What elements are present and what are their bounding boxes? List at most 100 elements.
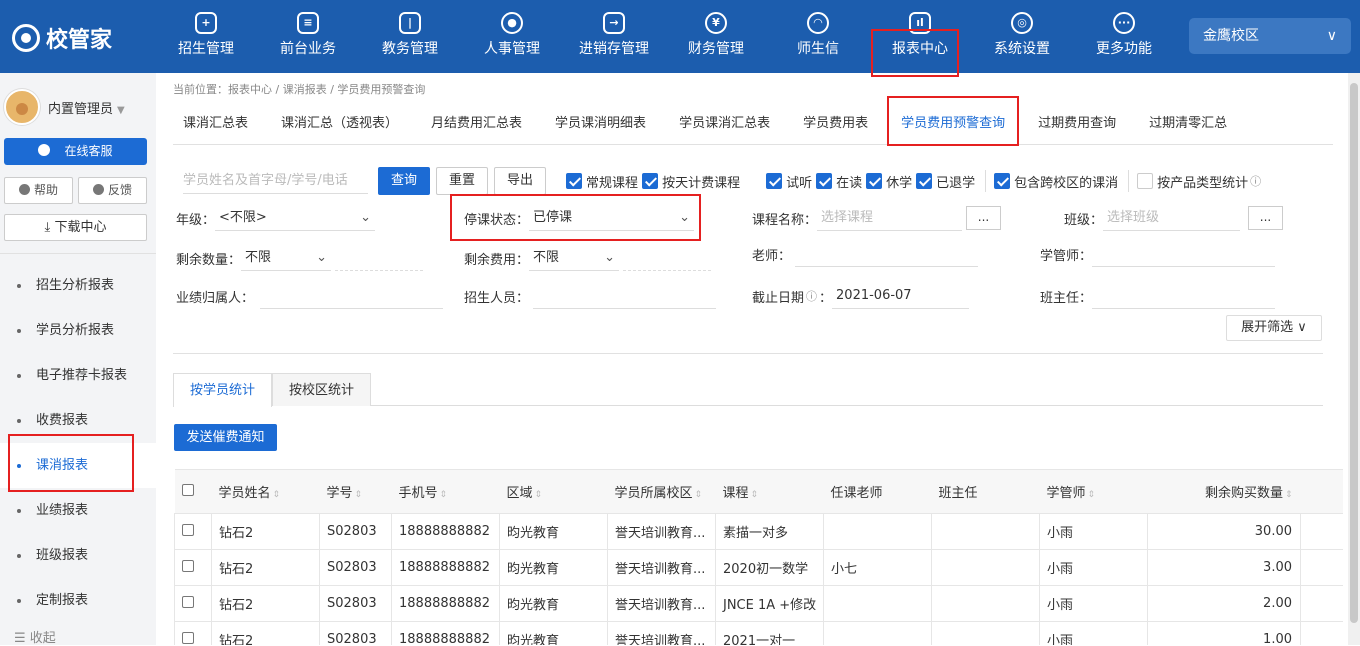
checkbox-withdrawn[interactable]: 已退学 <box>916 172 975 191</box>
row-select[interactable] <box>174 549 212 586</box>
cell-extra <box>1300 621 1343 645</box>
recruiter-filter: 招生人员： <box>464 283 717 309</box>
sidebar-item-custom-report[interactable]: 定制报表 <box>0 578 156 623</box>
nav-item-academic[interactable]: | 教务管理 <box>359 0 461 73</box>
search-input[interactable]: 学员姓名及首字母/学号/电话 <box>183 168 368 194</box>
col-manager[interactable]: 学管师 ⇕ <box>1039 469 1148 514</box>
scrollbar-thumb[interactable] <box>1350 83 1358 623</box>
table-row[interactable]: 钻石2 S02803 18888888882 昀光教育 誉天培训教育... 素描一对多 小雨… <box>174 513 1343 550</box>
tab-by-campus[interactable]: 按校区统计 <box>272 373 372 406</box>
row-select[interactable] <box>174 513 212 550</box>
tab-student-consume-detail[interactable]: 学员课消明细表 <box>545 103 656 144</box>
recruiter-input[interactable] <box>533 283 717 309</box>
export-button[interactable]: 导出 <box>494 167 547 195</box>
tab-student-consume-summary[interactable]: 学员课消汇总表 <box>669 103 780 144</box>
feedback-button[interactable]: 反馈 <box>78 177 147 204</box>
checkbox-box <box>916 173 933 189</box>
sidebar-item-student-report[interactable]: 学员分析报表 <box>0 308 156 353</box>
select-all-cell[interactable] <box>174 469 212 514</box>
collapse-button[interactable]: ☰ 收起 <box>14 627 56 646</box>
sidebar-item-performance-report[interactable]: 业绩报表 <box>0 488 156 533</box>
remain-fee-label: 剩余费用： <box>464 252 530 268</box>
remain-fee-input[interactable] <box>623 245 712 271</box>
remain-qty-input[interactable] <box>335 245 424 271</box>
checkbox-studying[interactable]: 在读 <box>816 172 862 191</box>
tab-monthly-fee[interactable]: 月结费用汇总表 <box>421 103 532 144</box>
nav-item-personnel[interactable]: ● 人事管理 <box>461 0 563 73</box>
app-logo[interactable]: 校管家 <box>12 22 112 54</box>
feedback-icon <box>92 184 104 195</box>
online-service-button[interactable]: 在线客服 <box>4 138 147 165</box>
sidebar-item-class-report[interactable]: 班级报表 <box>0 533 156 578</box>
grade-select[interactable]: <不限> ⌄ <box>215 205 376 231</box>
owner-input[interactable] <box>260 283 444 309</box>
reset-button[interactable]: 重置 <box>436 167 489 195</box>
cell-id: S02803 <box>319 513 392 550</box>
checkbox-cross-campus[interactable]: 包含跨校区的课消 <box>994 172 1118 191</box>
row-checkbox[interactable] <box>182 595 194 608</box>
nav-item-more[interactable]: ··· 更多功能 <box>1073 0 1175 73</box>
row-checkbox[interactable] <box>182 559 194 572</box>
sidebar-item-ecard-report[interactable]: 电子推荐卡报表 <box>0 353 156 398</box>
nav-item-report[interactable]: ıl 报表中心 <box>869 0 971 77</box>
col-region[interactable]: 区域 ⇕ <box>499 469 608 514</box>
cell-name: 钻石2 <box>211 621 320 645</box>
cell-head-teacher <box>931 549 1040 586</box>
col-name[interactable]: 学员姓名 ⇕ <box>211 469 320 514</box>
tab-expired-fee[interactable]: 过期费用查询 <box>1028 103 1126 144</box>
row-select[interactable] <box>174 621 212 645</box>
nav-item-frontdesk[interactable]: ≡ 前台业务 <box>257 0 359 73</box>
teacher-label: 老师： <box>752 248 792 264</box>
checkbox-suspended[interactable]: 休学 <box>866 172 912 191</box>
col-id[interactable]: 学号 ⇕ <box>319 469 392 514</box>
select-all-checkbox[interactable] <box>181 483 194 496</box>
remain-qty-select[interactable]: 不限 ⌄ <box>241 245 332 271</box>
teacher-input[interactable] <box>795 241 979 267</box>
head-teacher-input[interactable] <box>1092 283 1276 309</box>
query-button[interactable]: 查询 <box>378 167 431 195</box>
user-menu[interactable]: 内置管理员 ▼ <box>4 89 125 125</box>
row-select[interactable] <box>174 585 212 622</box>
deadline-input[interactable]: 2021-06-07 <box>832 283 970 309</box>
col-campus[interactable]: 学员所属校区 ⇕ <box>607 469 716 514</box>
checkbox-regular-course[interactable]: 常规课程 <box>566 172 638 191</box>
table-row[interactable]: 钻石2 S02803 18888888882 昀光教育 誉天培训教育... 2021一对一… <box>174 621 1343 645</box>
table-row[interactable]: 钻石2 S02803 18888888882 昀光教育 誉天培训教育... 2020初一数… <box>174 549 1343 586</box>
class-picker-button[interactable]: ... <box>1248 206 1284 230</box>
checkbox-product-type[interactable]: 按产品类型统计 ⓘ <box>1137 172 1261 191</box>
download-center-button[interactable]: ⤓ 下载中心 <box>4 214 147 241</box>
page-scrollbar[interactable] <box>1348 73 1360 645</box>
tab-by-student[interactable]: 按学员统计 <box>173 373 273 407</box>
row-checkbox[interactable] <box>182 631 194 644</box>
table-row[interactable]: 钻石2 S02803 18888888882 昀光教育 誉天培训教育... JNCE 1A… <box>174 585 1343 622</box>
expand-filter-button[interactable]: 展开筛选 ∨ <box>1226 315 1322 341</box>
row-checkbox[interactable] <box>182 523 194 536</box>
sort-icon: ⇕ <box>1087 490 1096 500</box>
sidebar-item-recruit-report[interactable]: 招生分析报表 <box>0 263 156 308</box>
col-remain-qty[interactable]: 剩余购买数量 ⇕ <box>1147 469 1301 514</box>
nav-item-recruit[interactable]: + 招生管理 <box>155 0 257 73</box>
header-label: 学管师 <box>1046 486 1086 501</box>
tab-expired-clear[interactable]: 过期清零汇总 <box>1139 103 1237 144</box>
tab-consume-summary[interactable]: 课消汇总表 <box>173 103 258 144</box>
nav-item-settings[interactable]: ◎ 系统设置 <box>971 0 1073 73</box>
course-picker-button[interactable]: ... <box>966 206 1002 230</box>
class-input[interactable]: 选择班级 <box>1103 205 1241 231</box>
nav-label: 招生管理 <box>178 41 234 57</box>
owner-label: 业绩归属人： <box>176 290 255 306</box>
col-course[interactable]: 课程 ⇕ <box>715 469 824 514</box>
help-button[interactable]: 帮助 <box>4 177 73 204</box>
manager-input[interactable] <box>1092 241 1276 267</box>
col-phone[interactable]: 手机号 ⇕ <box>391 469 500 514</box>
tab-consume-pivot[interactable]: 课消汇总（透视表） <box>271 103 408 144</box>
nav-item-finance[interactable]: ¥ 财务管理 <box>665 0 767 73</box>
tab-student-fee[interactable]: 学员费用表 <box>793 103 878 144</box>
send-notify-button[interactable]: 发送催费通知 <box>174 424 277 451</box>
course-input[interactable]: 选择课程 <box>817 205 963 231</box>
campus-select[interactable]: 金鹰校区 ∨ <box>1189 18 1351 54</box>
nav-item-inventory[interactable]: → 进销存管理 <box>563 0 665 73</box>
checkbox-daily-course[interactable]: 按天计费课程 <box>642 172 740 191</box>
nav-item-message[interactable]: ◠ 师生信 <box>767 0 869 73</box>
remain-fee-select[interactable]: 不限 ⌄ <box>529 245 620 271</box>
checkbox-trial[interactable]: 试听 <box>766 172 812 191</box>
